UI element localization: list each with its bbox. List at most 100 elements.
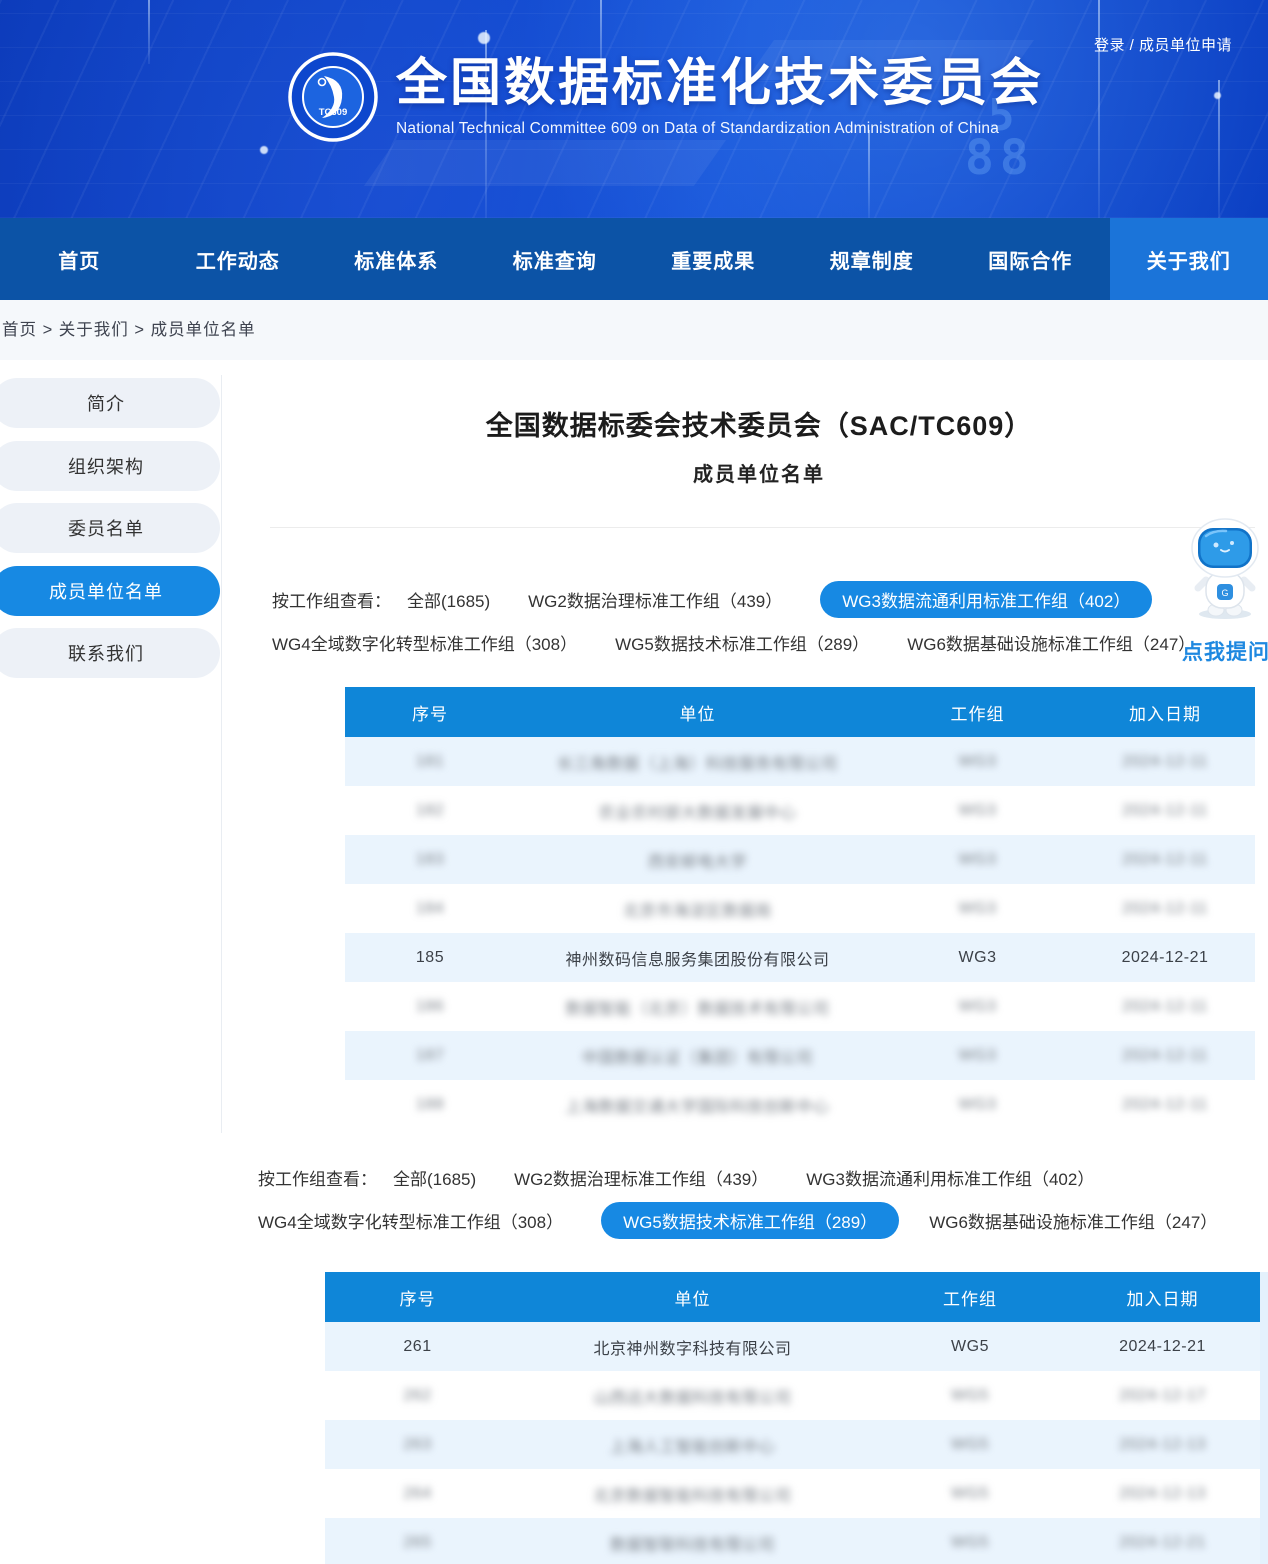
cell-date: 2024-12-11 <box>1075 884 1255 933</box>
banner-decoration <box>148 0 150 64</box>
filter-chip[interactable]: WG6数据基础设施标准工作组（247） <box>929 1203 1217 1238</box>
cell-unit: 北京市海淀区数据局 <box>515 884 880 933</box>
assistant-widget: G 点我提问 <box>1182 518 1268 666</box>
cell-no: 186 <box>345 982 515 1031</box>
nav-item-3[interactable]: 标准体系 <box>317 218 476 300</box>
cell-wg: WG3 <box>880 835 1075 884</box>
cell-date: 2024-12-21 <box>1075 933 1255 982</box>
cell-unit: 数据智能（北京）数据技术有限公司 <box>515 982 880 1031</box>
cell-unit: 长三角数据（上海）科技服务有限公司 <box>515 737 880 786</box>
breadcrumb: 首页 > 关于我们 > 成员单位名单 <box>0 300 1268 360</box>
sidebar-item[interactable]: 组织架构 <box>0 441 220 491</box>
table-row: 188上海数据交通大学国际科技创新中心WG32024-12-11 <box>345 1080 1255 1129</box>
nav-item-5[interactable]: 重要成果 <box>634 218 793 300</box>
nav-item-4[interactable]: 标准查询 <box>476 218 635 300</box>
cell-no: 184 <box>345 884 515 933</box>
filter-chip[interactable]: WG3数据流通利用标准工作组（402） <box>820 581 1152 618</box>
cell-no: 264 <box>325 1469 510 1518</box>
column-header: 加入日期 <box>1065 1272 1260 1322</box>
filter-chip[interactable]: 全部(1685) <box>393 1160 476 1195</box>
cell-unit: 北京神州数字科技有限公司 <box>510 1322 875 1371</box>
main-nav: 首页工作动态标准体系标准查询重要成果规章制度国际合作关于我们 <box>0 218 1268 300</box>
filter-chip[interactable]: WG2数据治理标准工作组（439） <box>528 582 782 617</box>
nav-item-2[interactable]: 工作动态 <box>159 218 318 300</box>
cell-wg: WG3 <box>880 933 1075 982</box>
filter-section-wg3: 按工作组查看：全部(1685)WG2数据治理标准工作组（439）WG3数据流通利… <box>272 581 1172 667</box>
filter-chip[interactable]: WG5数据技术标准工作组（289） <box>601 1202 899 1239</box>
table-header-row: 序号单位工作组加入日期 <box>345 687 1255 737</box>
brand-text: 全国数据标准化技术委员会 National Technical Committe… <box>396 52 1044 138</box>
cell-unit: 北京数据智能科技有限公司 <box>510 1469 875 1518</box>
site-title: 全国数据标准化技术委员会 <box>396 54 1044 113</box>
table-row: 261北京神州数字科技有限公司WG52024-12-21 <box>325 1322 1260 1371</box>
tc609-logo-icon: TC609 <box>288 52 378 142</box>
table-row: 262山西远大数据科技有限公司WG52024-12-17 <box>325 1371 1260 1420</box>
brand: TC609 全国数据标准化技术委员会 National Technical Co… <box>288 52 1044 142</box>
cell-wg: WG5 <box>875 1518 1065 1564</box>
table-header-row: 序号单位工作组加入日期 <box>325 1272 1260 1322</box>
column-header: 工作组 <box>875 1272 1065 1322</box>
cell-wg: WG3 <box>880 884 1075 933</box>
nav-item-8[interactable]: 关于我们 <box>1110 218 1268 300</box>
nav-item-6[interactable]: 规章制度 <box>793 218 952 300</box>
cell-date: 2024-12-11 <box>1075 1080 1255 1129</box>
table-row: 187中国数据认证（集团）有限公司WG32024-12-11 <box>345 1031 1255 1080</box>
assistant-robot-icon[interactable]: G <box>1186 518 1264 622</box>
site-banner: 5 88 登录 / 成员单位申请 TC609 全国数据标准化技术委员会 Nati… <box>0 0 1268 218</box>
cell-date: 2024-12-21 <box>1065 1322 1260 1371</box>
filter-chip[interactable]: 全部(1685) <box>407 582 490 617</box>
cell-no: 188 <box>345 1080 515 1129</box>
filter-chip[interactable]: WG4全域数字化转型标准工作组（308） <box>272 625 577 660</box>
cell-date: 2024-12-13 <box>1065 1420 1260 1469</box>
nav-item-1[interactable]: 首页 <box>0 218 159 300</box>
banner-decoration <box>1098 0 1100 218</box>
cell-wg: WG3 <box>880 1080 1075 1129</box>
table-row: 185神州数码信息服务集团股份有限公司WG32024-12-21 <box>345 933 1255 982</box>
sidebar: 简介组织架构委员名单成员单位名单联系我们 <box>0 378 220 691</box>
nav-item-7[interactable]: 国际合作 <box>951 218 1110 300</box>
filter-chip[interactable]: WG6数据基础设施标准工作组（247） <box>907 625 1195 660</box>
filter-chip[interactable]: WG5数据技术标准工作组（289） <box>615 625 869 660</box>
sidebar-item[interactable]: 联系我们 <box>0 628 220 678</box>
filter-chip[interactable]: WG4全域数字化转型标准工作组（308） <box>258 1203 563 1238</box>
filter-chip[interactable]: WG3数据流通利用标准工作组（402） <box>806 1160 1094 1195</box>
cell-wg: WG3 <box>880 1031 1075 1080</box>
column-header: 工作组 <box>880 687 1075 737</box>
cell-date: 2024-12-11 <box>1075 786 1255 835</box>
filter-label: 按工作组查看： <box>258 1165 377 1190</box>
sidebar-item[interactable]: 简介 <box>0 378 220 428</box>
cell-no: 183 <box>345 835 515 884</box>
cell-wg: WG5 <box>875 1322 1065 1371</box>
table-edge-decoration <box>1260 1272 1268 1564</box>
member-table-wg5: 序号单位工作组加入日期261北京神州数字科技有限公司WG52024-12-212… <box>325 1272 1260 1564</box>
page-title: 全国数据标委会技术委员会（SAC/TC609） <box>250 404 1268 443</box>
cell-no: 182 <box>345 786 515 835</box>
table-row: 184北京市海淀区数据局WG32024-12-11 <box>345 884 1255 933</box>
member-table-wg3: 序号单位工作组加入日期181长三角数据（上海）科技服务有限公司WG32024-1… <box>345 687 1255 1129</box>
banner-decoration <box>1218 80 1220 218</box>
cell-unit: 山西远大数据科技有限公司 <box>510 1371 875 1420</box>
cell-wg: WG3 <box>880 786 1075 835</box>
cell-wg: WG5 <box>875 1469 1065 1518</box>
cell-no: 261 <box>325 1322 510 1371</box>
cell-wg: WG5 <box>875 1420 1065 1469</box>
banner-decoration <box>1214 92 1221 99</box>
sidebar-item[interactable]: 成员单位名单 <box>0 566 220 616</box>
login-link[interactable]: 登录 / 成员单位申请 <box>1094 34 1232 55</box>
column-header: 单位 <box>510 1272 875 1322</box>
ask-me-button[interactable]: 点我提问 <box>1182 636 1268 666</box>
cell-date: 2024-12-11 <box>1075 982 1255 1031</box>
cell-unit: 农业农村部大数据发展中心 <box>515 786 880 835</box>
banner-decoration <box>478 32 490 44</box>
column-header: 单位 <box>515 687 880 737</box>
table-row: 182农业农村部大数据发展中心WG32024-12-11 <box>345 786 1255 835</box>
filter-chip[interactable]: WG2数据治理标准工作组（439） <box>514 1160 768 1195</box>
svg-text:TC609: TC609 <box>319 107 348 118</box>
cell-no: 263 <box>325 1420 510 1469</box>
cell-no: 187 <box>345 1031 515 1080</box>
cell-wg: WG5 <box>875 1371 1065 1420</box>
sidebar-item[interactable]: 委员名单 <box>0 503 220 553</box>
page: 5 88 登录 / 成员单位申请 TC609 全国数据标准化技术委员会 Nati… <box>0 0 1268 1564</box>
cell-wg: WG3 <box>880 982 1075 1031</box>
banner-decoration <box>868 130 870 218</box>
